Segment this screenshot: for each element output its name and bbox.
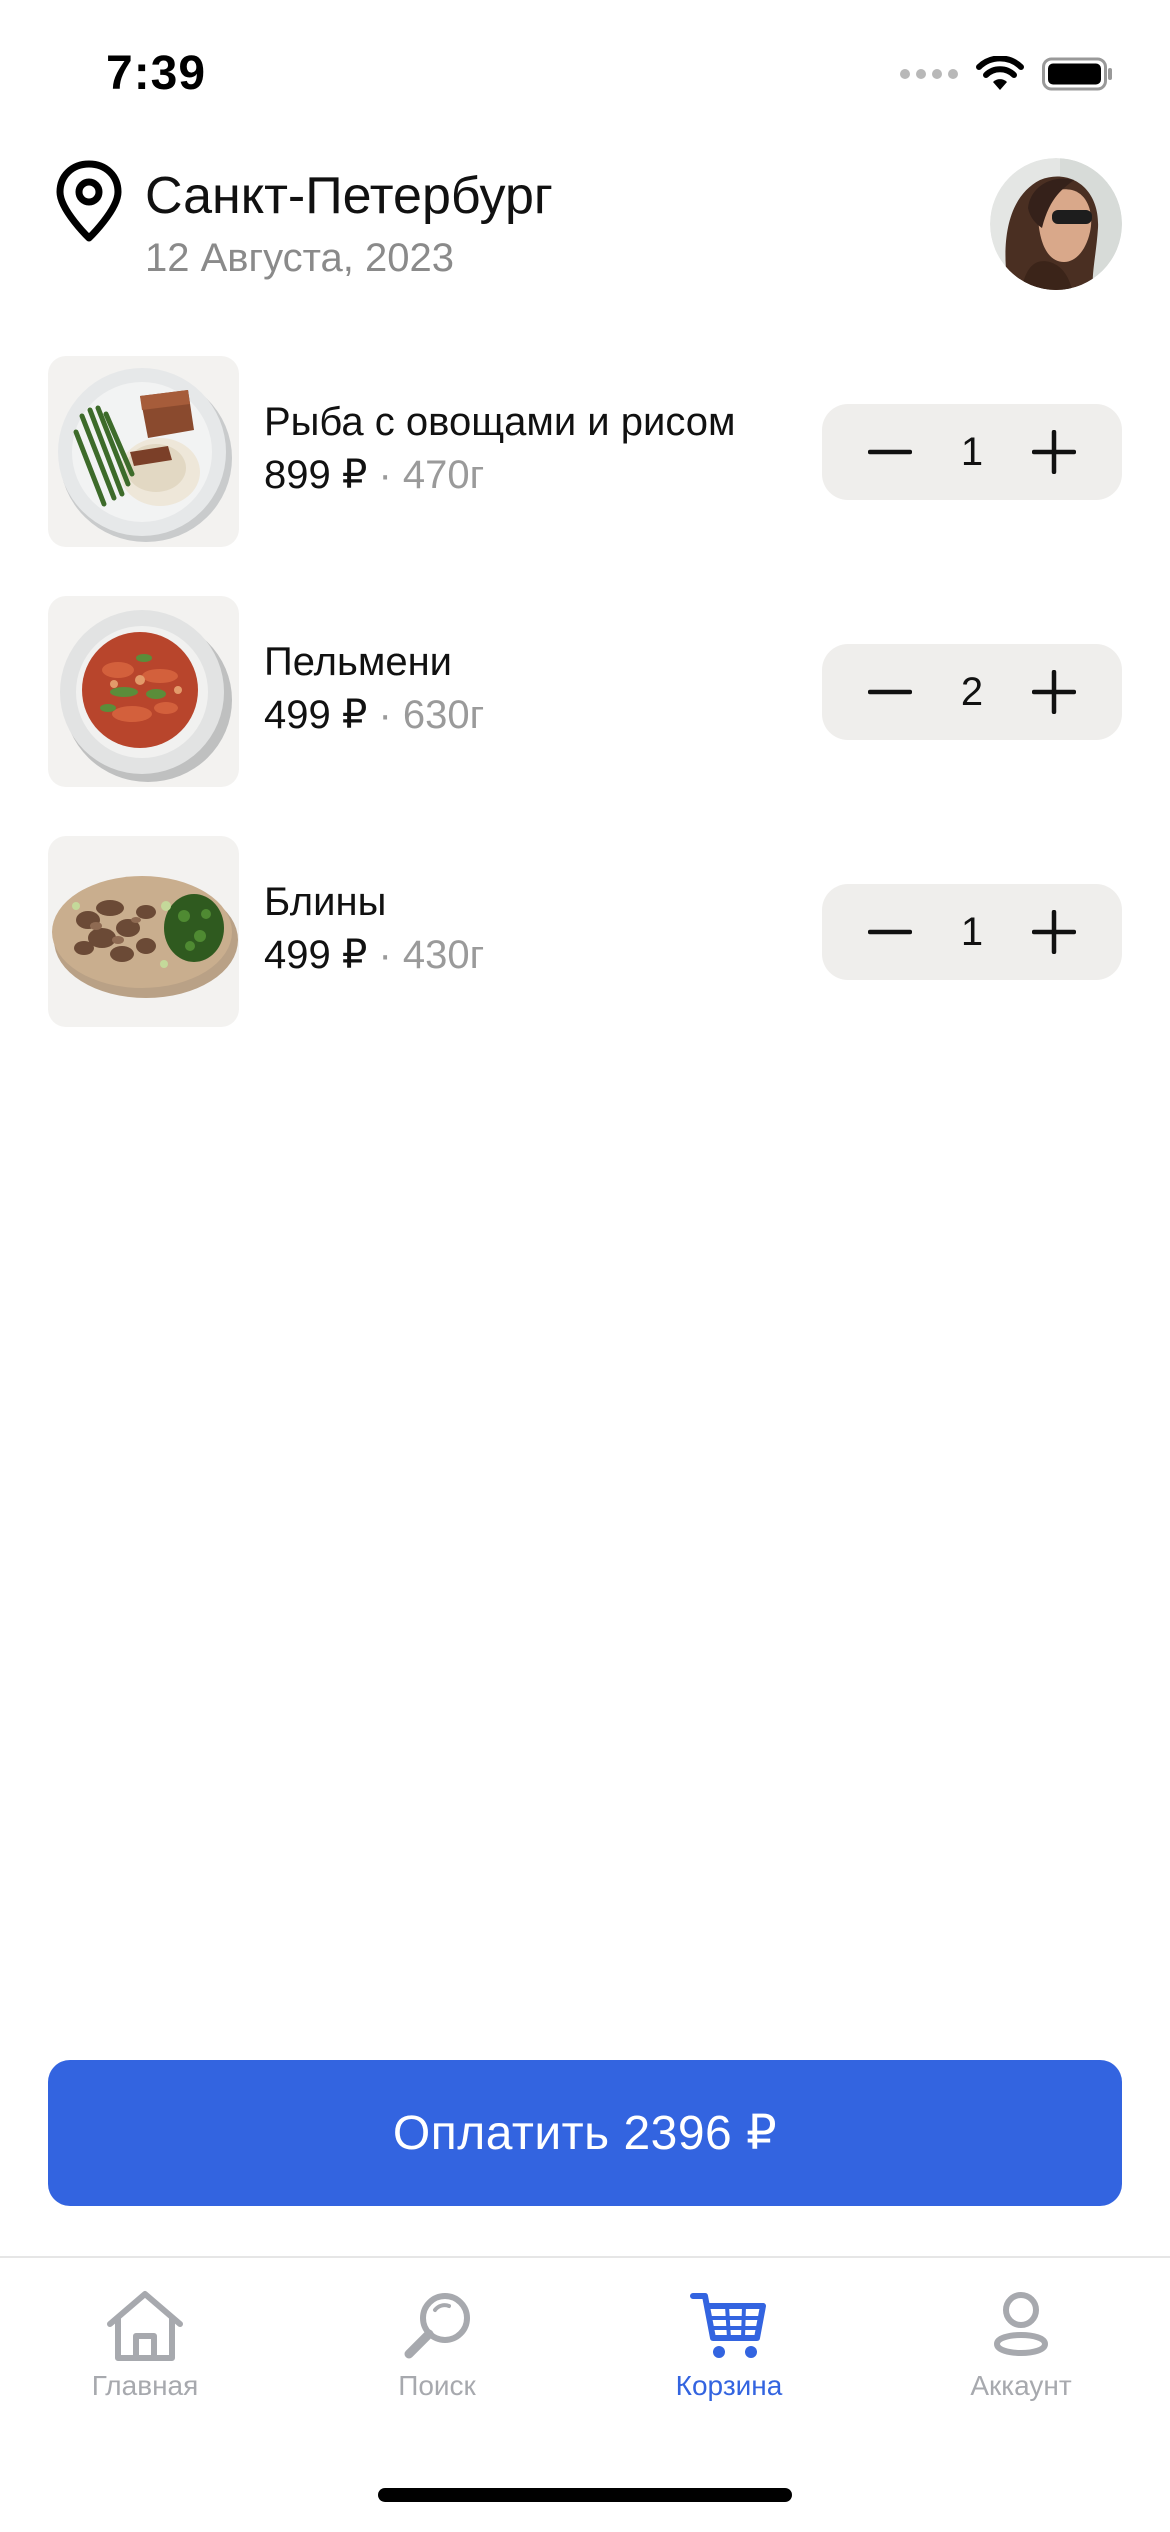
tab-label: Аккаунт [970,2370,1072,2401]
cart-item: Блины 499 ₽ · 430г 1 [48,836,1122,1076]
item-price: 499 ₽ [264,933,368,977]
increase-button[interactable] [1006,404,1102,500]
cart-item: Пельмени 499 ₽ · 630г 2 [48,596,1122,836]
quantity-stepper: 2 [822,644,1122,740]
tab-search[interactable]: Поиск [317,2288,557,2402]
item-price: 499 ₽ [264,693,368,737]
tab-home[interactable]: Главная [25,2288,265,2402]
cart-list: Рыба с овощами и рисом 899 ₽ · 470г 1 Пе… [48,356,1122,1076]
item-price: 899 ₽ [264,453,368,497]
item-name[interactable]: Блины [264,880,386,925]
cart-item: Рыба с овощами и рисом 899 ₽ · 470г 1 [48,356,1122,596]
item-name[interactable]: Рыба с овощами и рисом [264,400,736,445]
quantity-stepper: 1 [822,884,1122,980]
header: Санкт-Петербург 12 Августа, 2023 [48,150,1122,300]
meta-separator: · [378,693,392,737]
tab-account[interactable]: Аккаунт [901,2288,1141,2402]
current-date: 12 Августа, 2023 [145,236,455,280]
account-icon [994,2292,1048,2356]
city-title[interactable]: Санкт-Петербург [145,166,553,226]
location-pin-icon[interactable] [52,158,126,244]
plus-icon [1032,430,1076,474]
item-weight: 430г [402,933,485,977]
item-image[interactable] [48,596,239,787]
meta-separator: · [378,933,392,977]
plus-icon [1032,670,1076,714]
increase-button[interactable] [1006,644,1102,740]
tab-label: Главная [91,2370,199,2401]
item-meta: 899 ₽ · 470г [264,452,484,498]
search-icon [404,2293,470,2359]
status-icons [900,54,1114,94]
item-meta: 499 ₽ · 430г [264,932,484,978]
status-time: 7:39 [106,47,207,100]
item-name[interactable]: Пельмени [264,640,452,685]
item-image[interactable] [48,356,239,547]
tab-cart[interactable]: Корзина [609,2288,849,2402]
wifi-icon [976,56,1024,90]
tab-label: Поиск [398,2370,476,2401]
item-weight: 630г [402,693,485,737]
item-image[interactable] [48,836,239,1027]
item-weight: 470г [402,453,485,497]
battery-icon [1042,57,1112,91]
status-bar: 7:39 [0,0,1170,150]
home-icon [107,2291,183,2361]
signal-dots-icon [900,69,958,79]
plus-icon [1032,910,1076,954]
cart-icon [690,2293,766,2358]
user-avatar[interactable] [990,158,1122,290]
meta-separator: · [378,453,392,497]
home-indicator [378,2488,792,2502]
item-meta: 499 ₽ · 630г [264,692,484,738]
tab-label: Корзина [675,2370,783,2401]
pay-button[interactable]: Оплатить 2396 ₽ [48,2060,1122,2206]
increase-button[interactable] [1006,884,1102,980]
quantity-stepper: 1 [822,404,1122,500]
